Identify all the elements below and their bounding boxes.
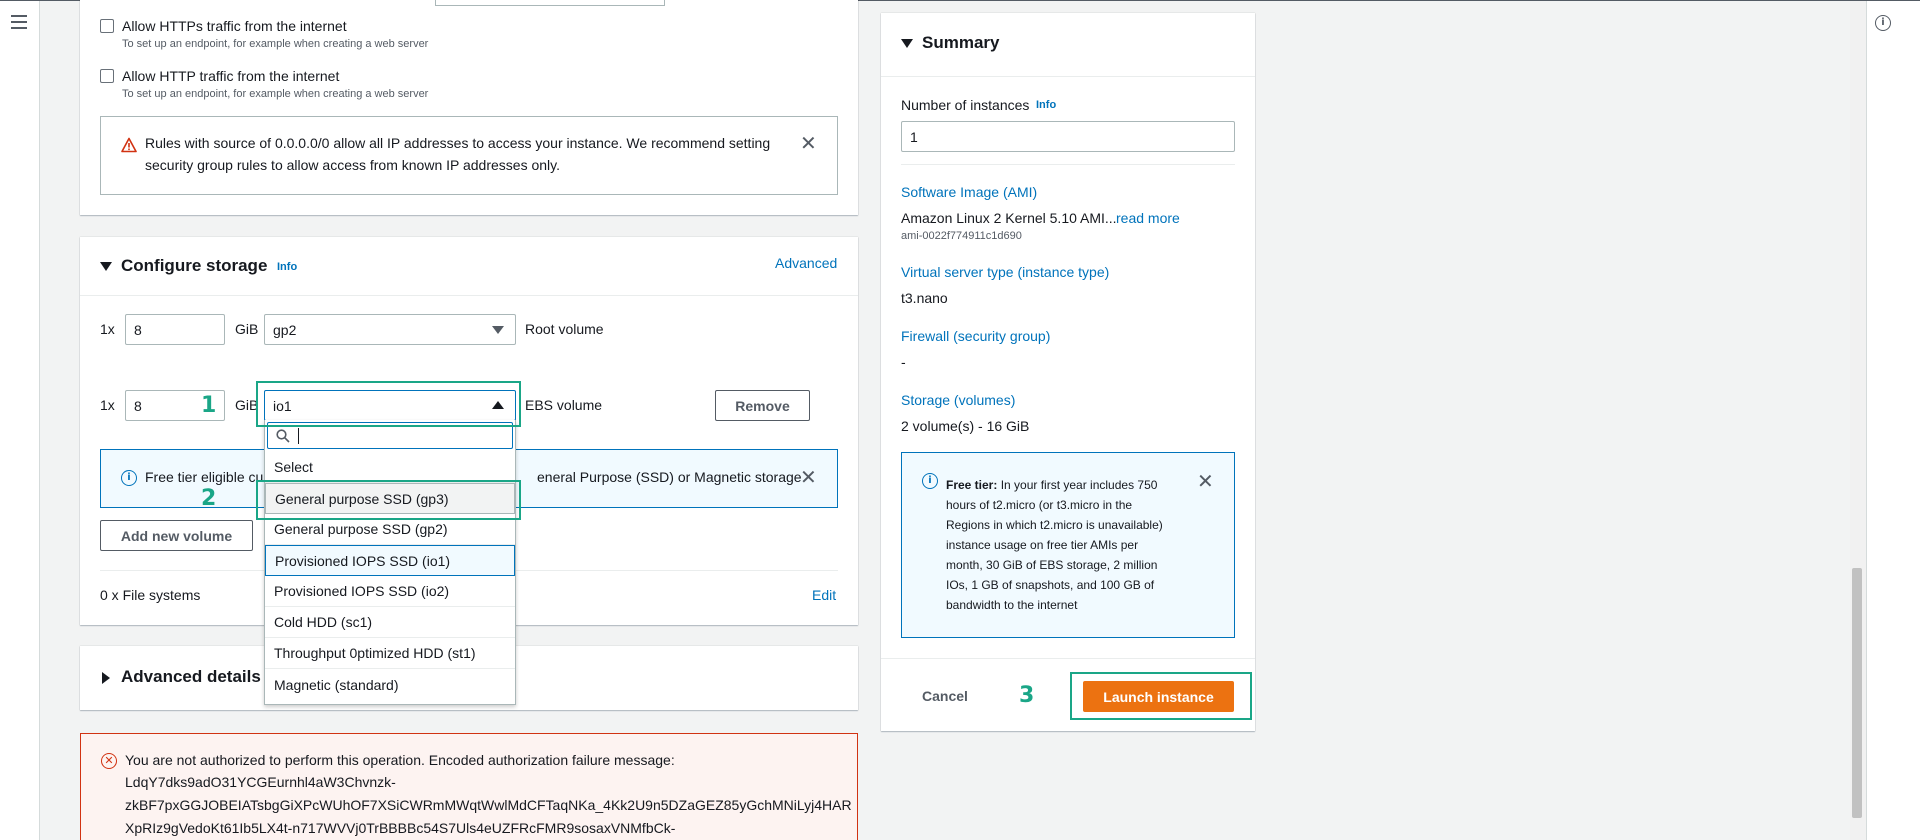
instances-info-link[interactable]: Info xyxy=(1036,99,1056,111)
hamburger-icon[interactable] xyxy=(11,15,27,29)
firewall-value: - xyxy=(901,354,906,370)
summary-title: Summary xyxy=(922,33,1000,52)
expand-chevron-right-icon[interactable] xyxy=(102,672,110,684)
text-cursor xyxy=(298,428,299,444)
scrollbar-thumb[interactable] xyxy=(1852,568,1862,818)
row1-description: Root volume xyxy=(525,321,604,337)
row2-unit: GiB xyxy=(235,397,259,413)
allow-https-hint: To set up an endpoint, for example when … xyxy=(122,38,429,50)
dropdown-option-sc1[interactable]: Cold HDD (sc1) xyxy=(265,607,515,638)
annotation-box-2 xyxy=(256,480,521,520)
error-line3: zkBF7pxGGJOBEIATsbgGiXPcWUhOF7XSiCWRmMWq… xyxy=(125,797,852,813)
annotation-step-1: 1 xyxy=(201,393,217,418)
cropped-input xyxy=(435,0,665,6)
file-systems-label: 0 x File systems xyxy=(100,587,201,603)
right-help-rail: i xyxy=(1866,1,1920,840)
advanced-link[interactable]: Advanced xyxy=(775,255,837,271)
remove-button[interactable]: Remove xyxy=(715,390,810,421)
cancel-button[interactable]: Cancel xyxy=(922,688,968,704)
left-nav-rail xyxy=(0,1,40,840)
divider xyxy=(901,164,1235,165)
divider xyxy=(80,295,858,296)
storage-value: 2 volume(s) - 16 GiB xyxy=(901,418,1030,434)
allow-https-label: Allow HTTPs traffic from the internet xyxy=(122,18,347,34)
row1-count: 1x xyxy=(100,321,115,337)
allow-https-checkbox[interactable] xyxy=(100,19,114,33)
chevron-down-icon xyxy=(492,326,504,334)
allow-http-label: Allow HTTP traffic from the internet xyxy=(122,68,340,84)
error-icon: ✕ xyxy=(101,753,117,769)
instances-label: Number of instances xyxy=(901,97,1030,113)
advanced-details-title: Advanced details xyxy=(121,667,261,686)
error-line4: XpRIz9gVedoKt61Ib5LX4t-n717WVVj0TrBBBBc5… xyxy=(125,820,676,836)
ami-id: ami-0022f774911c1d690 xyxy=(901,230,1022,242)
row2-description: EBS volume xyxy=(525,397,603,413)
error-line2: LdqY7dks9adO31YCGEurnhl4aW3Chvnzk- xyxy=(125,774,396,790)
warning-text-line2: security group rules to allow access fro… xyxy=(145,157,561,173)
volume-type-dropdown: Select General purpose SSD (gp3) General… xyxy=(264,420,516,705)
free-tier-summary-alert: i Free tier: In your first year includes… xyxy=(901,452,1235,638)
ami-read-more-link[interactable]: read more xyxy=(1116,210,1180,226)
row1-size-input[interactable]: 8 xyxy=(125,314,225,345)
free-tier-text-end: eneral Purpose (SSD) or Magnetic storage xyxy=(537,469,802,485)
collapse-chevron-down-icon[interactable] xyxy=(100,262,112,271)
free-tier-text-start: Free tier eligible cu xyxy=(145,469,264,485)
dropdown-option-st1[interactable]: Throughput 0ptimized HDD (st1) xyxy=(265,638,515,669)
warning-triangle-icon xyxy=(121,137,137,153)
collapse-chevron-down-icon[interactable] xyxy=(901,39,913,48)
info-icon: i xyxy=(922,473,938,489)
network-settings-panel: Allow HTTPs traffic from the internet To… xyxy=(80,0,858,215)
instances-input[interactable]: 1 xyxy=(901,121,1235,152)
close-icon[interactable]: ✕ xyxy=(800,133,817,153)
annotation-step-2: 2 xyxy=(201,486,217,511)
security-warning-alert: Rules with source of 0.0.0.0/0 allow all… xyxy=(100,116,838,195)
annotation-box-1 xyxy=(256,381,521,427)
authorization-error-alert: ✕ You are not authorized to perform this… xyxy=(80,733,858,840)
dropdown-option-io2[interactable]: Provisioned IOPS SSD (io2) xyxy=(265,576,515,607)
close-icon[interactable]: ✕ xyxy=(800,467,817,487)
divider xyxy=(881,658,1255,659)
row2-count: 1x xyxy=(100,397,115,413)
ami-value: Amazon Linux 2 Kernel 5.10 AMI... xyxy=(901,210,1117,226)
allow-http-hint: To set up an endpoint, for example when … xyxy=(122,88,429,100)
dropdown-option[interactable]: Select xyxy=(265,452,515,483)
allow-http-checkbox[interactable] xyxy=(100,69,114,83)
firewall-link[interactable]: Firewall (security group) xyxy=(901,328,1050,344)
instance-type-value: t3.nano xyxy=(901,290,948,306)
divider xyxy=(881,76,1255,77)
annotation-box-3 xyxy=(1070,672,1252,720)
storage-info-link[interactable]: Info xyxy=(277,261,297,273)
storage-link[interactable]: Storage (volumes) xyxy=(901,392,1015,408)
row1-volume-type-select[interactable]: gp2 xyxy=(264,314,516,345)
add-new-volume-button[interactable]: Add new volume xyxy=(100,520,253,551)
warning-text-line1: Rules with source of 0.0.0.0/0 allow all… xyxy=(145,135,771,151)
dropdown-option-io1[interactable]: Provisioned IOPS SSD (io1) xyxy=(265,545,515,576)
storage-title: Configure storage xyxy=(121,256,268,275)
dropdown-option-standard[interactable]: Magnetic (standard) xyxy=(265,669,515,700)
ami-label-link[interactable]: Software Image (AMI) xyxy=(901,184,1037,200)
edit-file-systems-link[interactable]: Edit xyxy=(812,587,836,603)
row1-unit: GiB xyxy=(235,321,259,337)
error-line1: You are not authorized to perform this o… xyxy=(125,752,675,768)
free-tier-summary-text: Free tier: In your first year includes 7… xyxy=(946,478,1163,612)
info-icon: i xyxy=(121,470,137,486)
info-circle-icon[interactable]: i xyxy=(1875,15,1891,31)
annotation-step-3: 3 xyxy=(1019,683,1035,708)
close-icon[interactable]: ✕ xyxy=(1197,471,1214,491)
instance-type-link[interactable]: Virtual server type (instance type) xyxy=(901,264,1109,280)
search-icon xyxy=(276,429,290,443)
